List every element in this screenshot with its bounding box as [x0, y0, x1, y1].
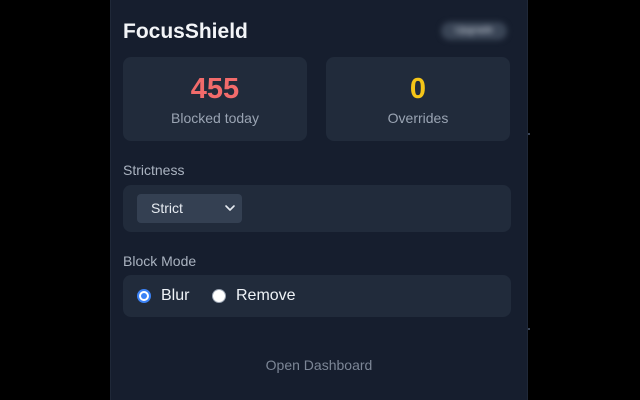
blur-radio[interactable] [137, 289, 151, 303]
page-edge-mark [528, 328, 530, 330]
strictness-selected-value: Strict [151, 200, 183, 216]
remove-label: Remove [236, 287, 296, 304]
overrides-card: 0 Overrides [326, 57, 510, 141]
blocked-count: 455 [190, 73, 240, 105]
strictness-section: Strict [123, 185, 511, 232]
app-title: FocusShield [123, 20, 248, 43]
overrides-label: Overrides [387, 110, 449, 126]
remove-radio[interactable] [212, 289, 226, 303]
open-dashboard-link[interactable]: Open Dashboard [111, 355, 527, 375]
radio-option-remove[interactable]: Remove [212, 275, 296, 317]
strictness-select[interactable]: Strict [137, 194, 242, 223]
chevron-down-icon [225, 205, 235, 211]
popup-header: FocusShield Upgrade [123, 18, 511, 46]
blocked-today-card: 455 Blocked today [123, 57, 307, 141]
status-badge[interactable]: Upgrade [441, 22, 507, 40]
blocked-label: Blocked today [171, 110, 259, 126]
overrides-count: 0 [409, 73, 427, 105]
blur-label: Blur [161, 287, 190, 304]
radio-option-blur[interactable]: Blur [137, 275, 189, 317]
strictness-label: Strictness [123, 162, 185, 178]
block-mode-label: Block Mode [123, 253, 197, 269]
block-mode-section: Blur Remove [123, 275, 511, 317]
extension-popup: FocusShield Upgrade 455 Blocked today 0 … [110, 0, 528, 400]
page-edge-mark [528, 133, 530, 135]
